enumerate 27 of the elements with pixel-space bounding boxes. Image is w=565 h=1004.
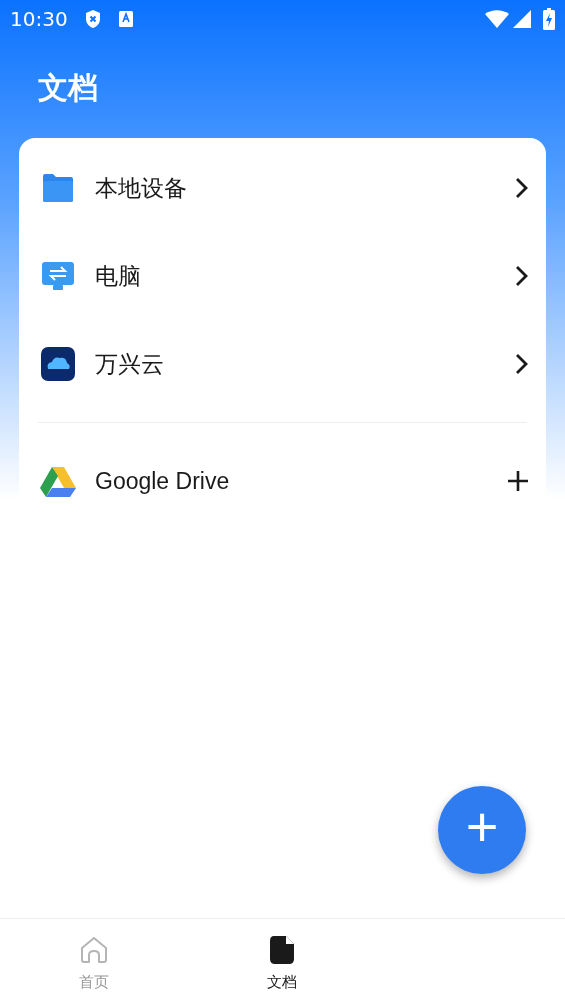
list-item[interactable]: 本地设备 bbox=[19, 144, 546, 232]
item-label: Google Drive bbox=[95, 466, 231, 496]
drive-icon bbox=[40, 465, 76, 497]
signal-icon bbox=[513, 10, 531, 28]
list-item[interactable]: Google Drive bbox=[19, 437, 546, 525]
battery-icon bbox=[543, 8, 555, 30]
folder-icon bbox=[41, 173, 75, 203]
document-icon bbox=[269, 935, 296, 965]
keyboard-icon bbox=[117, 10, 134, 28]
nav-tab[interactable]: 文档 bbox=[188, 919, 377, 1004]
item-label: 电脑 bbox=[95, 261, 142, 291]
wifi-icon bbox=[485, 10, 509, 28]
add-button[interactable]: + bbox=[438, 786, 526, 874]
list-item[interactable]: 电脑 bbox=[19, 232, 546, 320]
monitor-icon bbox=[41, 261, 75, 291]
cloud-icon bbox=[41, 347, 75, 381]
shield-icon bbox=[83, 9, 102, 29]
page-title: 文档 bbox=[38, 73, 98, 103]
status-time: 10:30 bbox=[10, 6, 68, 33]
item-label: 万兴云 bbox=[95, 349, 165, 379]
chevron-right-icon bbox=[514, 353, 528, 375]
list-item[interactable]: 万兴云 bbox=[19, 320, 546, 408]
chevron-right-icon bbox=[514, 265, 528, 287]
chevron-right-icon bbox=[514, 177, 528, 199]
home-icon bbox=[79, 935, 110, 965]
item-label: 本地设备 bbox=[95, 173, 188, 203]
plus-icon bbox=[508, 471, 528, 491]
